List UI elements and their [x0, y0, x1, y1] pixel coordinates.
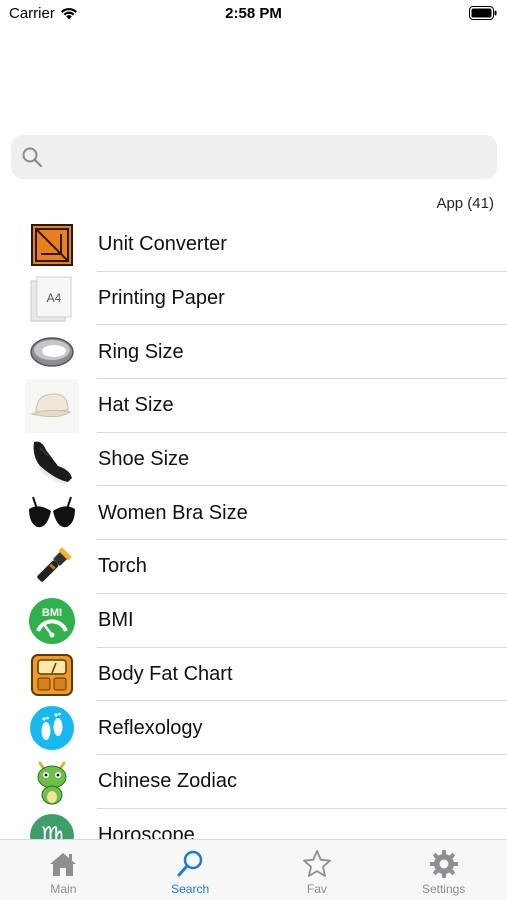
list-item-label: Shoe Size [98, 448, 190, 471]
bmi-gauge-icon: BMI [25, 594, 79, 648]
tab-bar: Main Search Fav Settings [0, 839, 507, 900]
tab-settings[interactable]: Settings [380, 840, 507, 900]
gear-icon [429, 850, 458, 878]
list-item[interactable]: Hat Size [0, 379, 507, 434]
ring-icon [25, 325, 79, 379]
section-header: App (41) [436, 195, 494, 212]
tab-main-label: Main [50, 882, 77, 896]
list-item-label: Women Bra Size [98, 501, 248, 524]
magnifier-icon [177, 850, 203, 877]
search-icon [22, 147, 43, 168]
list-item[interactable]: A4 Printing Paper [0, 272, 507, 326]
tab-settings-label: Settings [421, 882, 466, 896]
dragon-icon [25, 755, 79, 809]
bmi-icon-label: BMI [42, 607, 62, 619]
list-item-label: BMI [98, 609, 134, 632]
tab-search[interactable]: Search [127, 840, 254, 900]
tab-search-label: Search [171, 882, 210, 896]
search-bar[interactable] [11, 135, 497, 179]
unit-converter-icon [25, 218, 79, 272]
flashlight-icon [25, 540, 79, 594]
sneaker-icon [25, 433, 79, 487]
footprints-icon [25, 701, 79, 755]
battery-icon [469, 6, 497, 20]
house-icon [50, 853, 77, 876]
list-item-label: Hat Size [98, 394, 174, 417]
app-list: Unit Converter A4 Printing Paper Ring Si… [0, 218, 507, 863]
list-item[interactable]: Torch [0, 540, 507, 594]
list-item[interactable]: Chinese Zodiac [0, 755, 507, 809]
list-item-label: Chinese Zodiac [98, 770, 237, 793]
list-item[interactable]: BMI BMI [0, 594, 507, 648]
list-item[interactable]: Ring Size [0, 325, 507, 380]
screen: Carrier 2:58 PM App (41) Unit Converter … [0, 0, 507, 900]
list-item[interactable]: Shoe Size [0, 433, 507, 487]
a4-paper-label: A4 [47, 291, 62, 305]
list-item[interactable]: Women Bra Size [0, 486, 507, 541]
cap-icon [25, 379, 79, 434]
status-bar: Carrier 2:58 PM [0, 0, 507, 28]
list-item-label: Unit Converter [98, 233, 227, 256]
list-item-label: Torch [98, 555, 147, 578]
tab-fav-label: Fav [306, 882, 327, 896]
bra-icon [25, 486, 79, 540]
list-item-label: Printing Paper [98, 287, 225, 310]
list-item-label: Body Fat Chart [98, 662, 233, 685]
list-item[interactable]: Unit Converter [0, 218, 507, 272]
status-time: 2:58 PM [225, 5, 282, 22]
list-item-label: Ring Size [98, 340, 184, 363]
scale-icon [25, 648, 79, 702]
list-item-label: Reflexology [98, 716, 203, 739]
a4-paper-icon: A4 [25, 272, 79, 326]
search-input[interactable] [49, 136, 497, 178]
tab-main[interactable]: Main [0, 840, 127, 900]
star-icon [302, 850, 331, 877]
tab-fav[interactable]: Fav [254, 840, 381, 900]
list-item[interactable]: Reflexology [0, 701, 507, 755]
list-item[interactable]: Body Fat Chart [0, 648, 507, 702]
